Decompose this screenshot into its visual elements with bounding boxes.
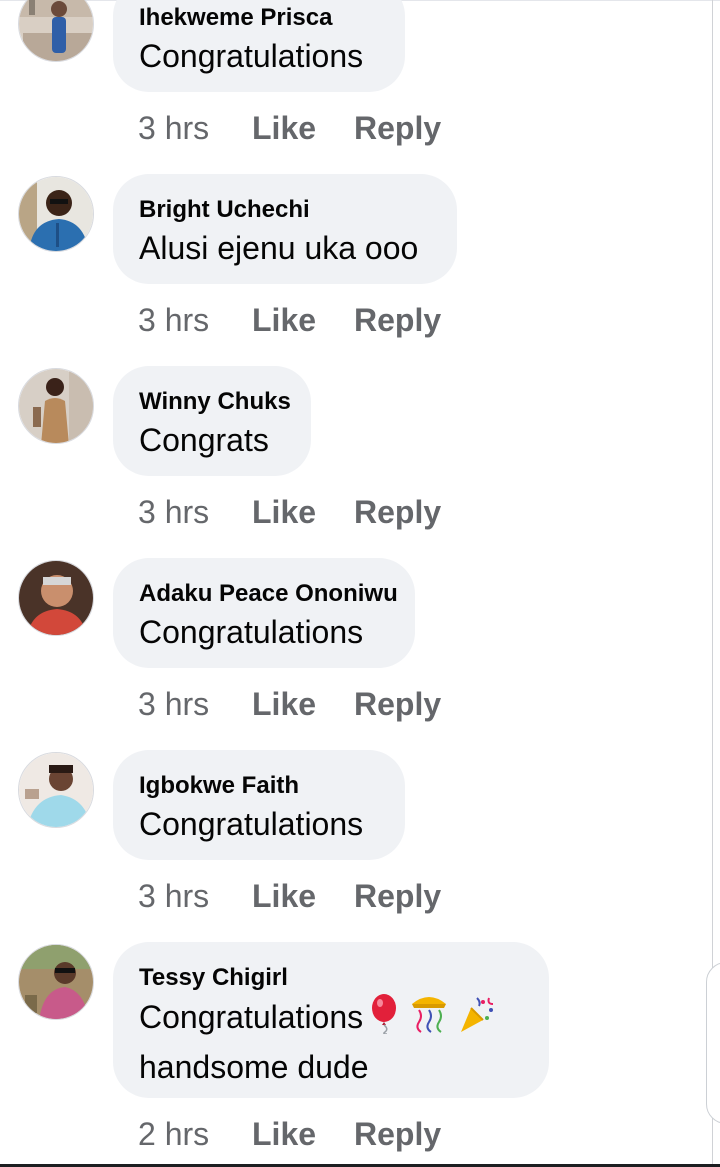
comment-author[interactable]: Ihekweme Prisca <box>139 4 332 32</box>
comment-bubble[interactable]: Winny Chuks Congrats <box>113 366 311 476</box>
avatar[interactable] <box>18 176 94 252</box>
reply-button[interactable]: Reply <box>354 492 441 532</box>
reply-button[interactable]: Reply <box>354 108 441 148</box>
comment-text-line: handsome dude <box>139 1049 369 1085</box>
like-button[interactable]: Like <box>252 876 316 916</box>
comment-author[interactable]: Tessy Chigirl <box>139 964 288 992</box>
balloon-icon <box>369 994 403 1045</box>
avatar[interactable] <box>18 560 94 636</box>
comment-bubble[interactable]: Bright Uchechi Alusi ejenu uka ooo <box>113 174 457 284</box>
comments-list: Ihekweme Prisca Congratulations 3 hrs Li… <box>0 0 720 1167</box>
comment-text: Congratulations <box>139 806 364 842</box>
avatar[interactable] <box>18 0 94 62</box>
reply-button[interactable]: Reply <box>354 1114 441 1154</box>
comment-author[interactable]: Winny Chuks <box>139 388 291 416</box>
comment-timestamp[interactable]: 3 hrs <box>138 108 209 148</box>
party-popper-icon <box>457 994 497 1045</box>
comment-text: Congratulations handsome dude <box>139 994 497 1089</box>
like-button[interactable]: Like <box>252 1114 316 1154</box>
reply-button[interactable]: Reply <box>354 684 441 724</box>
like-button[interactable]: Like <box>252 300 316 340</box>
reply-button[interactable]: Reply <box>354 876 441 916</box>
confetti-ball-icon <box>409 994 451 1045</box>
comment-timestamp[interactable]: 3 hrs <box>138 684 209 724</box>
avatar[interactable] <box>18 368 94 444</box>
comment-text-line: Congratulations <box>139 998 364 1035</box>
comment-author[interactable]: Adaku Peace Ononiwu <box>139 580 398 608</box>
comment-text: Alusi ejenu uka ooo <box>139 230 419 266</box>
comment-bubble[interactable]: Ihekweme Prisca Congratulations <box>113 0 405 92</box>
side-panel-edge <box>706 962 720 1124</box>
comment-bubble[interactable]: Tessy Chigirl Congratulations handsome d… <box>113 942 549 1098</box>
comment-bubble[interactable]: Igbokwe Faith Congratulations <box>113 750 405 860</box>
comment-timestamp[interactable]: 3 hrs <box>138 492 209 532</box>
avatar[interactable] <box>18 944 94 1020</box>
like-button[interactable]: Like <box>252 684 316 724</box>
comment-timestamp[interactable]: 3 hrs <box>138 876 209 916</box>
comment-text: Congratulations <box>139 614 364 650</box>
comment-timestamp[interactable]: 3 hrs <box>138 300 209 340</box>
reply-button[interactable]: Reply <box>354 300 441 340</box>
comment-text: Congratulations <box>139 38 364 74</box>
comment-timestamp[interactable]: 2 hrs <box>138 1114 209 1154</box>
like-button[interactable]: Like <box>252 492 316 532</box>
comment-bubble[interactable]: Adaku Peace Ononiwu Congratulations <box>113 558 415 668</box>
comment-author[interactable]: Igbokwe Faith <box>139 772 299 800</box>
comment-text: Congrats <box>139 422 269 458</box>
comment-author[interactable]: Bright Uchechi <box>139 196 310 224</box>
like-button[interactable]: Like <box>252 108 316 148</box>
avatar[interactable] <box>18 752 94 828</box>
